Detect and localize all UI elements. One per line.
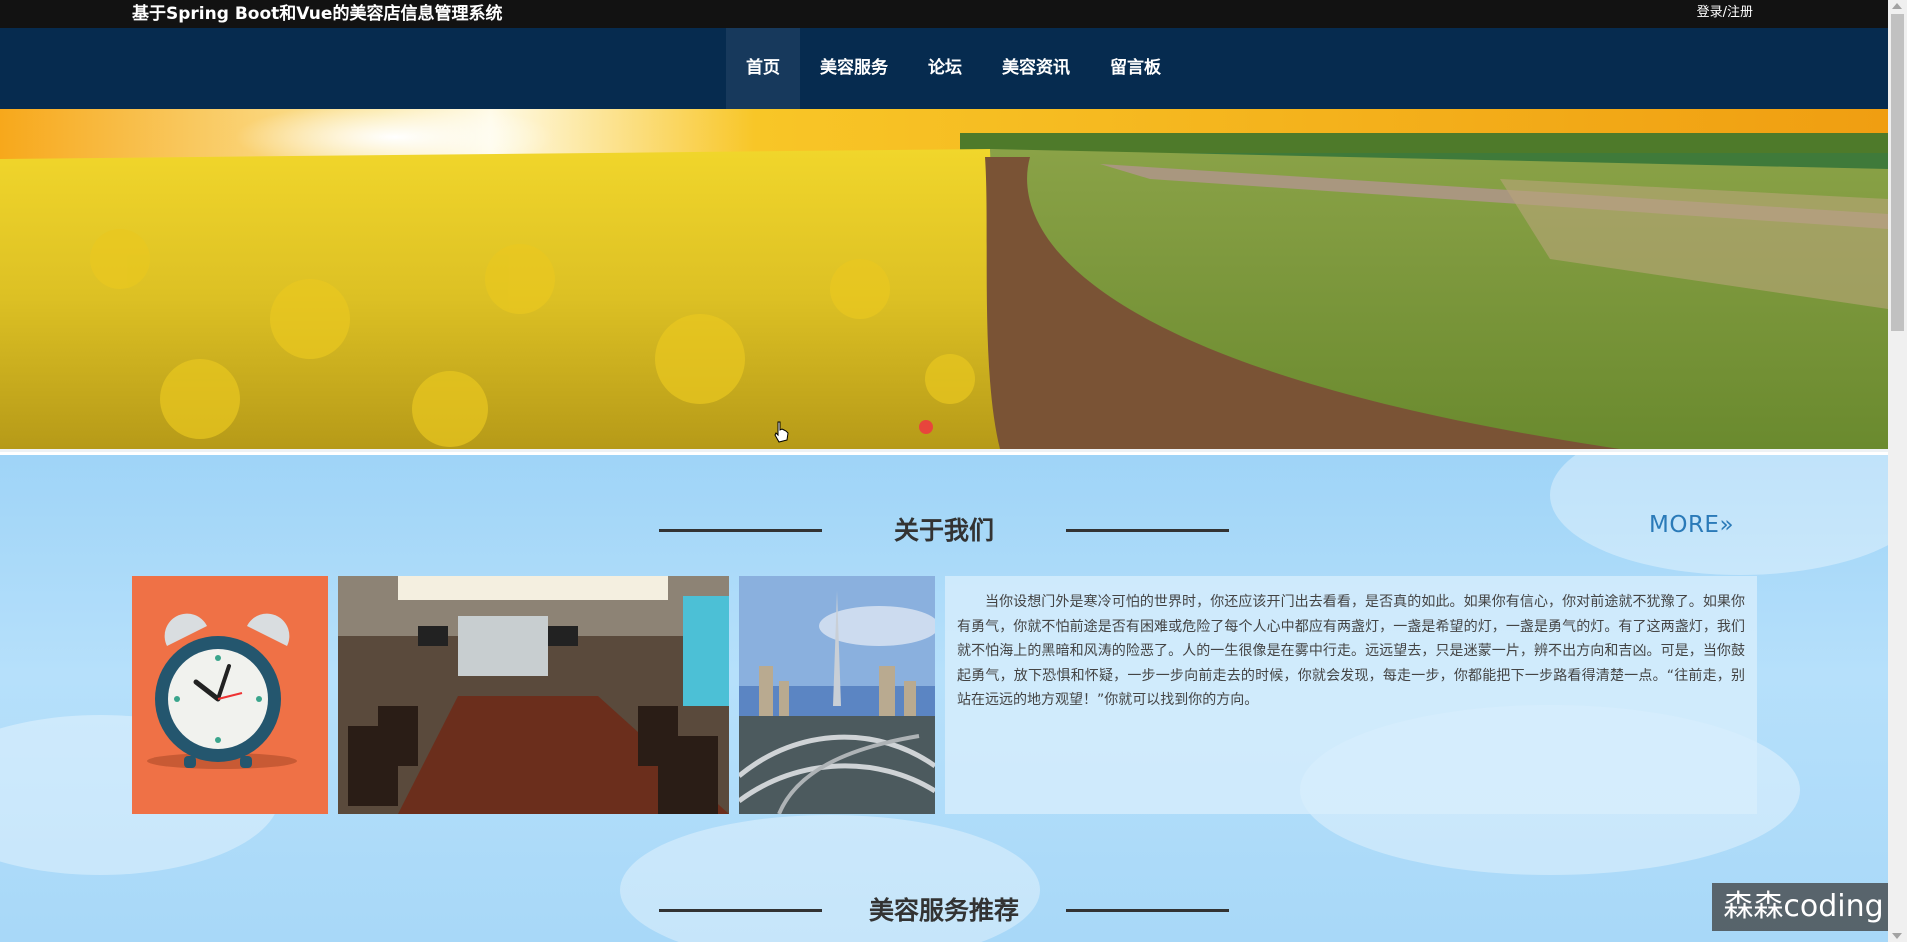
city-skyline-photo <box>739 576 935 814</box>
scrollbar-thumb[interactable] <box>1891 14 1904 331</box>
about-more-link[interactable]: MORE» <box>1649 512 1734 538</box>
main-navigation: 首页 美容服务 论坛 美容资讯 留言板 <box>0 28 1888 109</box>
scroll-down-arrow-icon[interactable] <box>1892 933 1902 939</box>
about-text-box: 当你设想门外是寒冷可怕的世界时，你还应该开门出去看看，是否真的如此。如果你有信心… <box>945 576 1757 814</box>
watermark: 森森coding <box>1712 883 1895 931</box>
about-title: 关于我们 <box>893 516 994 545</box>
hero-banner[interactable] <box>0 109 1888 452</box>
nav-menu: 首页 美容服务 论坛 美容资讯 留言板 <box>726 28 1181 109</box>
scroll-up-arrow-icon[interactable] <box>1892 3 1902 9</box>
nav-item-beauty-news[interactable]: 美容资讯 <box>982 28 1090 109</box>
carousel-indicator-dot[interactable] <box>919 420 933 434</box>
site-title: 基于Spring Boot和Vue的美容店信息管理系统 <box>132 4 503 24</box>
top-bar: 基于Spring Boot和Vue的美容店信息管理系统 登录/注册 <box>0 0 1888 28</box>
nav-item-message-board[interactable]: 留言板 <box>1090 28 1181 109</box>
alarm-clock-image <box>132 576 328 814</box>
divider-line <box>1066 909 1229 912</box>
nav-item-home[interactable]: 首页 <box>726 28 800 109</box>
divider-line <box>1066 529 1229 532</box>
nav-item-forum[interactable]: 论坛 <box>908 28 982 109</box>
about-section-header: 关于我们 <box>0 507 1888 547</box>
banner-landscape-image <box>0 109 1888 449</box>
services-title: 美容服务推荐 <box>868 896 1019 925</box>
services-section-header: 美容服务推荐 <box>0 887 1888 927</box>
hand-cursor-icon <box>774 421 789 443</box>
alarm-clock-icon <box>147 613 297 769</box>
about-description: 当你设想门外是寒冷可怕的世界时，你还应该开门出去看看，是否真的如此。如果你有信心… <box>957 594 1745 708</box>
nav-item-beauty-services[interactable]: 美容服务 <box>800 28 908 109</box>
vertical-scrollbar[interactable] <box>1888 0 1907 942</box>
conference-room-photo <box>338 576 729 814</box>
conference-room-image <box>338 576 729 814</box>
login-register-link[interactable]: 登录/注册 <box>1697 4 1753 22</box>
main-content: 关于我们 MORE» 当你设想门外是寒冷可怕的世界时，你还应该开门出去看看，是否… <box>0 455 1888 942</box>
city-skyline-image <box>739 576 935 814</box>
